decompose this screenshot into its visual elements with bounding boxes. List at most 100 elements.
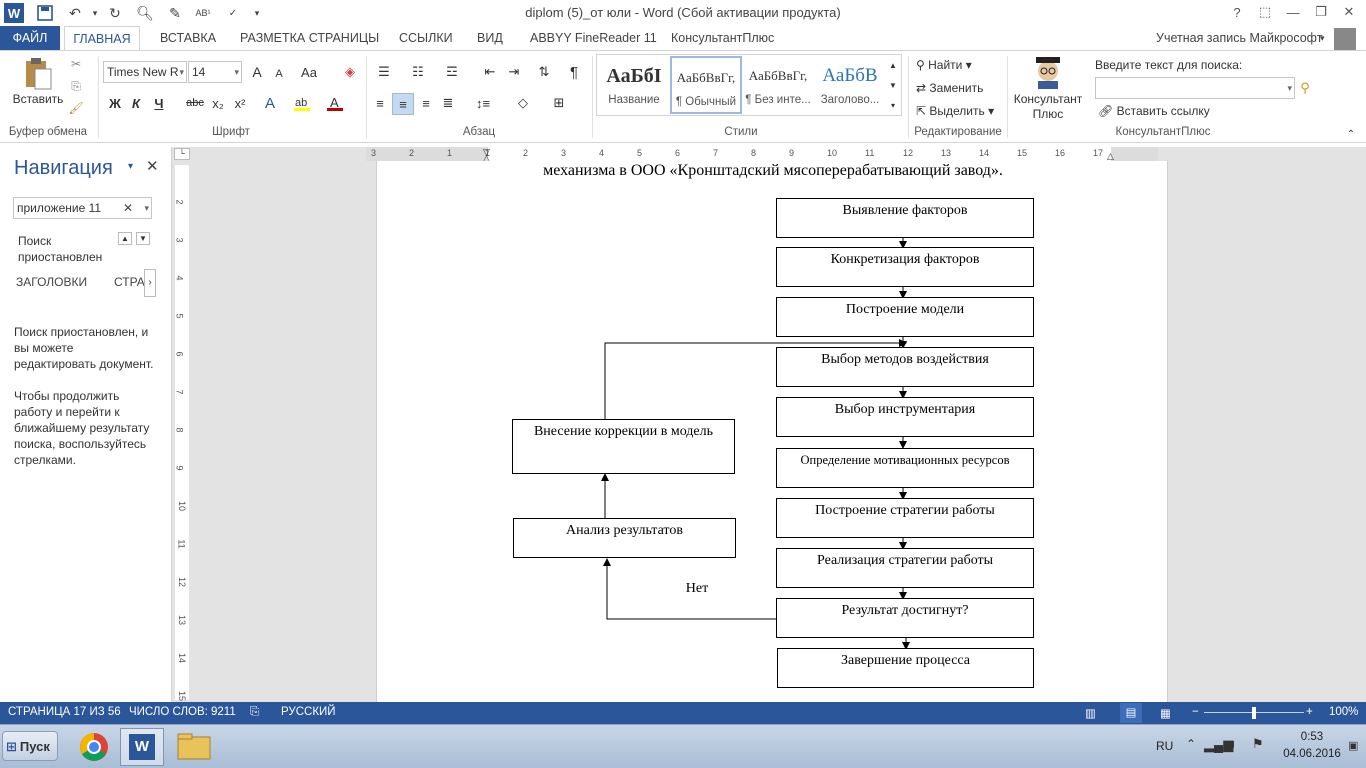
read-mode-icon[interactable]: ▥	[1085, 706, 1096, 720]
volume-icon[interactable]: 🔈︎	[1230, 736, 1238, 752]
collapse-ribbon-icon[interactable]: ⌃	[1344, 128, 1358, 140]
network-icon[interactable]: ▂▄▆	[1204, 737, 1233, 753]
zoom-out-icon[interactable]: −	[1192, 706, 1199, 718]
vertical-ruler[interactable]: 2 3 4 5 6 7 8 9 10 11 12 13 14 15	[175, 165, 189, 701]
paste-icon[interactable]	[20, 56, 56, 92]
word-count[interactable]: ЧИСЛО СЛОВ: 9211	[129, 706, 236, 718]
tab-file[interactable]: ФАЙЛ	[0, 26, 60, 50]
show-desktop-icon[interactable]: ▣	[1348, 739, 1362, 755]
next-result-button[interactable]: ▼	[136, 232, 150, 245]
customize-qat-icon[interactable]: ▾	[246, 2, 268, 24]
style-no-spacing[interactable]: АаБбВвГг, ¶ Без инте...	[742, 56, 814, 114]
tab-consultant[interactable]: КонсультантПлюс	[669, 26, 776, 50]
consultant-plus-icon[interactable]	[1032, 55, 1064, 89]
document-page[interactable]: механизма в ООО «Кронштадский мясоперера…	[376, 161, 1168, 702]
chrome-taskbar-button[interactable]	[72, 729, 116, 765]
tab-references[interactable]: ССЫЛКИ	[397, 26, 455, 50]
tab-selector-icon[interactable]: └	[174, 148, 190, 160]
print-layout-icon[interactable]: ▤	[1120, 703, 1142, 723]
print-preview-icon[interactable]: 🔍︎	[134, 2, 156, 24]
spelling-icon[interactable]: ✓	[222, 2, 244, 24]
zoom-level[interactable]: 100%	[1329, 706, 1358, 718]
page-counter[interactable]: СТРАНИЦА 17 ИЗ 56	[8, 706, 121, 718]
save-icon[interactable]	[34, 2, 56, 24]
close-icon[interactable]: ✕	[1334, 0, 1364, 24]
format-painter-icon[interactable]: 🖌︎	[68, 100, 84, 116]
account-dropdown-icon[interactable]: ▾	[1318, 26, 1327, 50]
explorer-taskbar-button[interactable]	[170, 729, 218, 765]
align-left-icon[interactable]: ≡	[370, 93, 390, 113]
undo-icon[interactable]: ↶	[64, 2, 86, 24]
undo-dropdown-icon[interactable]: ▾	[84, 2, 106, 24]
styles-scroll-down-icon[interactable]: ▼	[886, 76, 900, 94]
nav-search-input[interactable]: приложение 11 ✕ ▾	[13, 197, 152, 219]
tab-pages[interactable]: СТРА	[114, 275, 145, 289]
change-case-button[interactable]: Aa	[298, 62, 320, 82]
action-center-icon[interactable]: ⚑	[1252, 736, 1264, 752]
justify-icon[interactable]: ≣	[438, 93, 458, 113]
account-menu[interactable]: Учетная запись Майкрософт	[1154, 26, 1324, 50]
multilevel-list-icon[interactable]: ☲	[440, 62, 464, 82]
highlight-icon[interactable]: ab	[292, 93, 312, 113]
nav-tabs-scroll-icon[interactable]: ›	[144, 269, 156, 297]
bold-button[interactable]: Ж	[106, 93, 124, 113]
paste-button[interactable]: Вставить	[12, 92, 64, 106]
horizontal-ruler[interactable]: 3 2 1 1 2 3 4 5 6 7 8 9 10 11 12 13 14 15 16 17 ▽ △ △	[366, 147, 1158, 163]
increase-indent-icon[interactable]: ⇥	[504, 62, 524, 82]
insert-link-button[interactable]: 🔗︎ Вставить ссылку	[1098, 104, 1298, 118]
tab-home[interactable]: ГЛАВНАЯ	[64, 26, 140, 51]
start-button[interactable]: ⊞ Пуск	[2, 731, 58, 761]
proofing-icon[interactable]: ⎘	[250, 706, 259, 719]
shading-icon[interactable]: ◇	[510, 93, 536, 113]
align-right-icon[interactable]: ≡	[416, 93, 436, 113]
web-layout-icon[interactable]: ▦	[1160, 706, 1171, 720]
styles-more-icon[interactable]: ▾	[886, 96, 900, 114]
show-marks-icon[interactable]: ¶	[564, 62, 584, 82]
redo-icon[interactable]: ↻	[104, 2, 126, 24]
underline-button[interactable]: Ч	[150, 93, 168, 113]
select-button[interactable]: ⇱ Выделить ▾	[916, 104, 1006, 120]
numbering-icon[interactable]: ☷	[406, 62, 430, 82]
word-app-icon[interactable]: W	[4, 3, 24, 23]
restore-icon[interactable]: ❐	[1306, 0, 1336, 24]
ribbon-display-options-icon[interactable]: ⬚	[1250, 0, 1280, 24]
zoom-in-icon[interactable]: +	[1306, 706, 1313, 718]
nav-options-icon[interactable]: ▾	[128, 161, 133, 172]
font-name-combo[interactable]: Times New R ▾	[103, 61, 187, 83]
chevron-down-icon[interactable]: ▾	[144, 198, 149, 218]
borders-icon[interactable]: ⊞	[546, 93, 572, 113]
italic-button[interactable]: К	[127, 93, 145, 113]
align-center-icon[interactable]: ≡	[392, 93, 414, 115]
find-button[interactable]: ⚲ Найти ▾	[916, 58, 1006, 74]
sort-icon[interactable]: ⇅	[534, 62, 554, 82]
search-icon[interactable]: ⚲	[1296, 78, 1314, 98]
tab-page-layout[interactable]: РАЗМЕТКА СТРАНИЦЫ	[238, 26, 381, 50]
input-language[interactable]: RU	[1156, 739, 1173, 753]
show-hidden-icons-icon[interactable]: ⌃	[1186, 737, 1196, 751]
line-spacing-icon[interactable]: ↕≡	[470, 93, 496, 113]
clock-date[interactable]: 04.06.2016	[1278, 748, 1346, 760]
style-title[interactable]: АаБбІ Название	[598, 56, 670, 114]
tab-headings[interactable]: ЗАГОЛОВКИ	[16, 275, 87, 289]
superscript-button[interactable]: x²	[230, 93, 250, 113]
copy-icon[interactable]: ⎘	[68, 78, 84, 94]
zoom-slider-thumb[interactable]	[1252, 707, 1256, 719]
strikethrough-button[interactable]: abc	[184, 93, 206, 113]
track-changes-icon[interactable]: ✎	[164, 2, 186, 24]
abbyy-qat-icon[interactable]: AB¹	[192, 2, 214, 24]
font-color-icon[interactable]: A	[325, 93, 345, 113]
tab-view[interactable]: ВИД	[475, 26, 505, 50]
bullets-icon[interactable]: ☰	[372, 62, 396, 82]
decrease-indent-icon[interactable]: ⇤	[480, 62, 500, 82]
cut-icon[interactable]: ✂	[68, 56, 84, 72]
shrink-font-button[interactable]: A	[270, 64, 288, 84]
replace-button[interactable]: ⇄ Заменить	[916, 81, 1006, 97]
minimize-icon[interactable]: —	[1278, 0, 1308, 24]
styles-scroll-up-icon[interactable]: ▲	[886, 56, 900, 74]
consultant-plus-button[interactable]: Консультант Плюс	[1012, 92, 1084, 122]
clock-time[interactable]: 0:53	[1282, 731, 1342, 743]
language-indicator[interactable]: РУССКИЙ	[281, 706, 336, 718]
font-size-combo[interactable]: 14 ▾	[188, 61, 242, 83]
style-heading1[interactable]: АаБбВ Заголово...	[814, 56, 886, 114]
close-icon[interactable]: ✕	[146, 157, 159, 175]
